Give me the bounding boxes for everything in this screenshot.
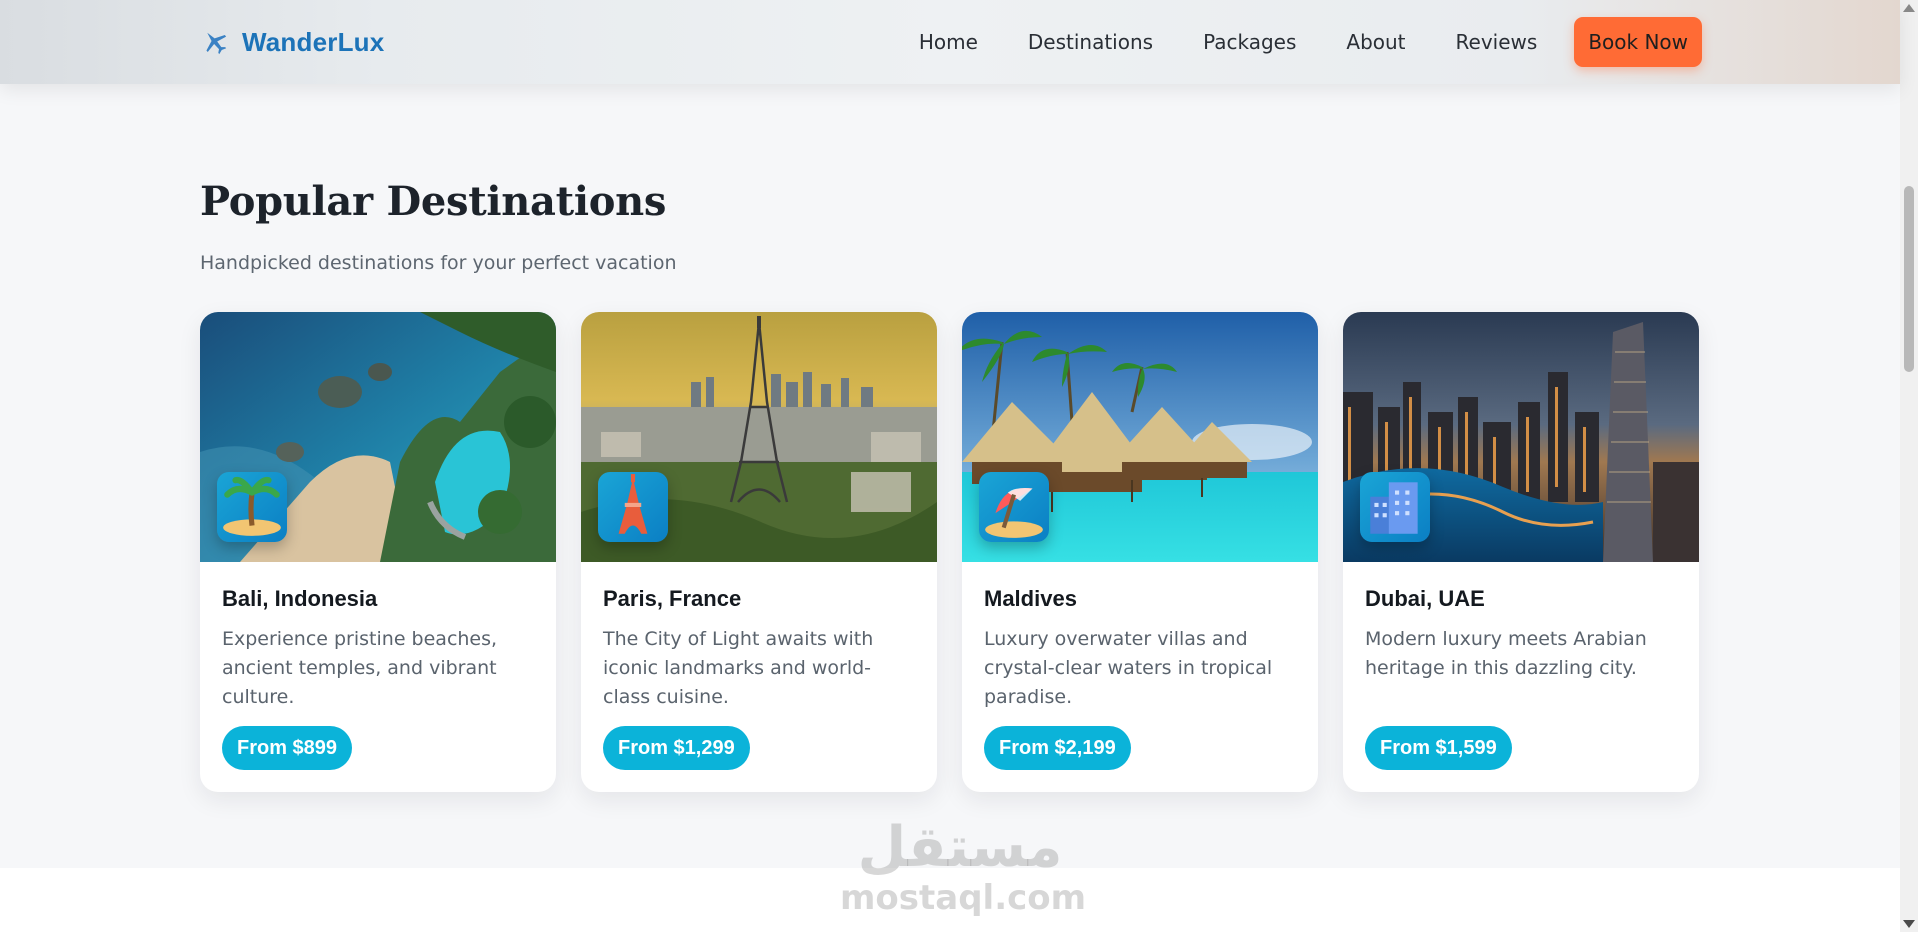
price-badge: From $899 — [222, 726, 353, 770]
scroll-thumb[interactable] — [1904, 186, 1914, 372]
watermark-arabic: مستقل — [857, 815, 1063, 880]
card-body: Bali, Indonesia Experience pristine beac… — [200, 562, 556, 712]
beach-umbrella-icon — [979, 472, 1049, 542]
scrollbar[interactable] — [1900, 0, 1918, 932]
maldives-image — [962, 312, 1318, 562]
card-description: The City of Light awaits with iconic lan… — [603, 628, 874, 708]
nav-link-destinations[interactable]: Destinations — [1028, 30, 1153, 54]
card-description: Experience pristine beaches, ancient tem… — [222, 628, 498, 708]
destination-card-maldives[interactable]: Maldives Luxury overwater villas and cry… — [962, 312, 1318, 792]
scroll-down-icon[interactable] — [1903, 920, 1915, 928]
destination-cards: Bali, Indonesia Experience pristine beac… — [200, 312, 1702, 792]
card-description: Luxury overwater villas and crystal-clea… — [984, 628, 1273, 708]
section-title: Popular Destinations — [200, 178, 667, 225]
card-title: Dubai, UAE — [1365, 586, 1485, 611]
navbar-inner: WanderLux Home Destinations Packages Abo… — [200, 17, 1702, 67]
eiffel-tower-icon — [598, 472, 668, 542]
price-badge: From $1,599 — [1365, 726, 1512, 770]
card-body: Maldives Luxury overwater villas and cry… — [962, 562, 1318, 712]
scroll-up-icon[interactable] — [1903, 4, 1915, 12]
nav-link-reviews[interactable]: Reviews — [1456, 30, 1538, 54]
navbar: WanderLux Home Destinations Packages Abo… — [0, 0, 1900, 84]
destination-card-paris[interactable]: Paris, France The City of Light awaits w… — [581, 312, 937, 792]
desert-island-icon — [217, 472, 287, 542]
card-title: Paris, France — [603, 586, 742, 611]
price-badge: From $1,299 — [603, 726, 750, 770]
watermark-latin: mostaql.com — [840, 878, 1087, 918]
card-body: Dubai, UAE Modern luxury meets Arabian h… — [1343, 562, 1699, 712]
price-badge: From $2,199 — [984, 726, 1131, 770]
paris-image — [581, 312, 937, 562]
watermark: مستقل mostaql.com — [840, 815, 1087, 928]
card-description: Modern luxury meets Arabian heritage in … — [1365, 628, 1647, 679]
airplane-icon — [200, 27, 230, 57]
destination-card-bali[interactable]: Bali, Indonesia Experience pristine beac… — [200, 312, 556, 792]
brand-logo[interactable]: WanderLux — [200, 27, 384, 58]
destination-card-dubai[interactable]: Dubai, UAE Modern luxury meets Arabian h… — [1343, 312, 1699, 792]
book-now-button[interactable]: Book Now — [1574, 17, 1702, 67]
dubai-image — [1343, 312, 1699, 562]
nav-link-packages[interactable]: Packages — [1203, 30, 1296, 54]
card-title: Maldives — [984, 586, 1077, 611]
section-subtitle: Handpicked destinations for your perfect… — [200, 252, 677, 274]
card-body: Paris, France The City of Light awaits w… — [581, 562, 937, 712]
nav-link-home[interactable]: Home — [919, 30, 978, 54]
bali-image — [200, 312, 556, 562]
nav-links: Home Destinations Packages About Reviews… — [919, 17, 1702, 67]
card-title: Bali, Indonesia — [222, 586, 378, 611]
city-building-icon — [1360, 472, 1430, 542]
nav-link-about[interactable]: About — [1346, 30, 1405, 54]
brand-name: WanderLux — [242, 26, 385, 57]
